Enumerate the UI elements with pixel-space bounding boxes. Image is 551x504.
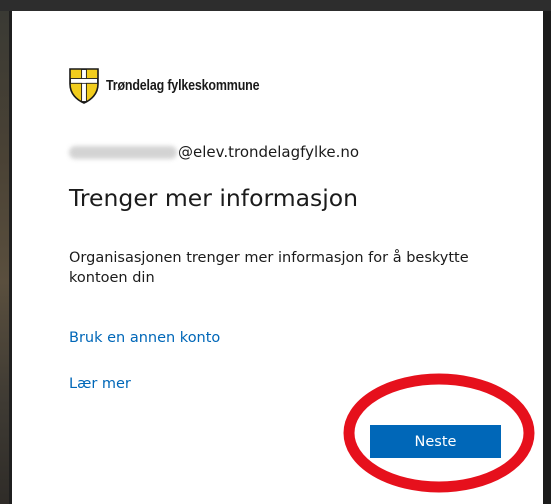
background-strip [0,11,9,504]
card-right-border [543,11,551,504]
shield-cross-icon [69,68,99,104]
page-description: Organisasjonen trenger mer informasjon f… [69,250,469,286]
sign-in-card: Trøndelag fylkeskommune @elev.trondelagf… [12,11,543,504]
account-identity: @elev.trondelagfylke.no [69,141,359,163]
account-domain: @elev.trondelagfylke.no [178,143,360,161]
next-button[interactable]: Neste [370,425,501,458]
redacted-username [69,145,177,159]
screenshot-frame: Trøndelag fylkeskommune @elev.trondelagf… [0,0,551,504]
organization-name: Trøndelag fylkeskommune [106,78,260,94]
window-top-edge [0,0,551,11]
learn-more-link[interactable]: Lær mer [69,376,131,392]
page-title: Trenger mer informasjon [69,184,359,212]
organization-logo: Trøndelag fylkeskommune [68,66,284,106]
use-another-account-link[interactable]: Bruk en annen konto [69,330,220,346]
